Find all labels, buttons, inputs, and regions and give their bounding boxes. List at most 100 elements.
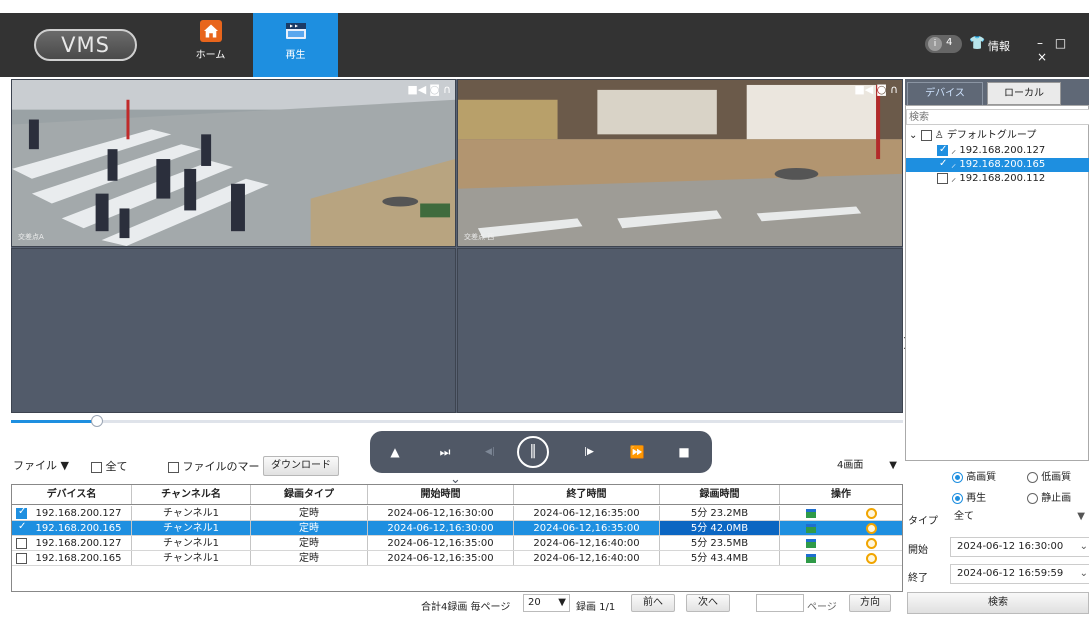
table-row[interactable]: 192.168.200.127 チャンネル1 定時 2024-06-12,16:30:…: [12, 506, 902, 521]
tree-group-node[interactable]: ⌄ ♙ デフォルトグループ: [906, 129, 1089, 143]
pause-button-icon[interactable]: ‖: [517, 436, 549, 468]
cell-end: 2024-06-12,16:40:00: [514, 536, 660, 550]
camera-icon[interactable]: ■◀: [854, 83, 873, 96]
clock-icon[interactable]: [865, 537, 877, 549]
mode-play-radio[interactable]: 再生: [952, 489, 986, 504]
mode-still-radio[interactable]: 静止画: [1027, 489, 1071, 504]
cell-type: 定時: [251, 536, 368, 550]
table-row[interactable]: 192.168.200.165 チャンネル1 定時 2024-06-12,16:30:…: [12, 521, 902, 536]
pagination-bar: 合計4録画 毎ページ 20 ▼ 録画 1/1 前へ 次へ ページ 方向: [11, 594, 903, 614]
skip-next-icon[interactable]: ⏭: [434, 442, 456, 462]
col-start[interactable]: 開始時間: [368, 485, 514, 504]
cell-duration: 5分 23.2MB: [660, 506, 780, 520]
eject-icon[interactable]: ▲: [384, 442, 406, 462]
file-mark-checkbox[interactable]: ファイルのマー: [168, 458, 260, 474]
nav-playback[interactable]: 再生: [253, 13, 338, 77]
checkbox-icon[interactable]: [937, 143, 948, 157]
cell-type: 定時: [251, 551, 368, 565]
end-label: 終了: [908, 573, 928, 584]
col-end[interactable]: 終了時間: [514, 485, 660, 504]
snapshot-icon[interactable]: ◙: [429, 83, 440, 96]
audio-icon[interactable]: ∩: [890, 83, 898, 96]
step-forward-icon[interactable]: |▶: [578, 442, 600, 462]
top-right-tools: i 4 👕 情報 – □ ×: [925, 35, 1089, 64]
download-icon[interactable]: [805, 508, 816, 518]
cell-end: 2024-06-12,16:35:00: [514, 506, 660, 520]
step-back-icon[interactable]: ◀|: [479, 442, 501, 462]
screen-split-value: 4画面: [837, 460, 864, 471]
quality-low-label: 低画質: [1041, 472, 1072, 483]
clock-icon[interactable]: [865, 552, 877, 564]
tree-device-node[interactable]: ⸝ 192.168.200.165: [906, 157, 1089, 172]
search-options: 高画質 低画質 再生 静止画 タイプ 全て ▼ 開始 2024-06-12 16…: [905, 461, 1089, 617]
video-pane-3[interactable]: [11, 248, 456, 413]
go-page-button[interactable]: 方向: [849, 594, 891, 612]
download-icon[interactable]: [805, 553, 816, 563]
checkbox-icon[interactable]: [920, 129, 932, 141]
alarm-badge[interactable]: i 4: [925, 35, 962, 53]
nav-playback-label: 再生: [285, 50, 306, 61]
col-device[interactable]: デバイス名: [12, 485, 132, 504]
tab-local[interactable]: ローカル: [987, 82, 1061, 105]
page-number-input[interactable]: [756, 594, 804, 612]
select-all-checkbox[interactable]: 全て: [91, 458, 128, 474]
type-dropdown[interactable]: 全て ▼: [947, 507, 1089, 527]
shirt-icon[interactable]: 👕: [969, 36, 985, 51]
next-page-button[interactable]: 次へ: [686, 594, 730, 612]
clock-icon[interactable]: [865, 507, 877, 519]
dropdown-arrow-icon: ▼: [558, 597, 566, 608]
search-button[interactable]: 検索: [907, 592, 1089, 614]
info-menu[interactable]: 情報: [988, 38, 1010, 54]
window-controls[interactable]: – □ ×: [1037, 36, 1089, 64]
tab-device[interactable]: デバイス: [907, 82, 983, 105]
nav-home[interactable]: ホーム: [168, 13, 253, 77]
snapshot-icon[interactable]: ◙: [876, 83, 887, 96]
end-datetime-value: 2024-06-12 16:59:59: [957, 568, 1064, 579]
table-row[interactable]: 192.168.200.127 チャンネル1 定時 2024-06-12,16:35:…: [12, 536, 902, 551]
download-icon[interactable]: [805, 523, 816, 533]
col-duration[interactable]: 録画時間: [660, 485, 780, 504]
fast-forward-icon[interactable]: ⏩: [626, 442, 648, 462]
start-datetime-field[interactable]: 2024-06-12 16:30:00 ⌄: [950, 537, 1089, 557]
clock-icon[interactable]: [865, 522, 877, 534]
cell-device: 192.168.200.165: [12, 521, 132, 535]
screen-split-dropdown[interactable]: 4画面 ▼: [829, 456, 901, 476]
file-mark-label: ファイルのマー: [182, 460, 260, 473]
cell-channel: チャンネル1: [132, 536, 251, 550]
page-info: 録画 1/1: [576, 602, 616, 613]
camera-icon[interactable]: ■◀: [407, 83, 426, 96]
expand-chevron-icon[interactable]: ⌄: [909, 130, 917, 141]
checkbox-icon[interactable]: [937, 172, 948, 184]
stop-icon[interactable]: ■: [673, 442, 695, 462]
playback-progress-slider[interactable]: [11, 415, 903, 427]
group-label: デフォルトグループ: [946, 130, 1037, 141]
quality-high-radio[interactable]: 高画質: [952, 468, 996, 483]
cell-start: 2024-06-12,16:30:00: [368, 506, 514, 520]
row-checkbox[interactable]: [16, 553, 27, 564]
device-search-input[interactable]: [906, 109, 1089, 125]
download-icon[interactable]: [805, 538, 816, 548]
slider-knob[interactable]: [90, 415, 103, 427]
audio-icon[interactable]: ∩: [443, 83, 451, 96]
row-checkbox[interactable]: [16, 506, 27, 519]
info-circle-icon: i: [928, 37, 942, 51]
video-pane-2[interactable]: ■◀ ◙ ∩ 交差点 西: [457, 79, 903, 247]
tree-device-node[interactable]: ⸝ 192.168.200.112: [906, 172, 1089, 186]
col-channel[interactable]: チャンネル名: [132, 485, 251, 504]
camera-device-icon: ⸝: [948, 145, 960, 156]
prev-page-button[interactable]: 前へ: [631, 594, 675, 612]
video-pane-4[interactable]: [457, 248, 903, 413]
table-row[interactable]: 192.168.200.165 チャンネル1 定時 2024-06-12,16:35:…: [12, 551, 902, 566]
row-checkbox[interactable]: [16, 538, 27, 549]
checkbox-icon[interactable]: [937, 157, 948, 171]
col-type[interactable]: 録画タイプ: [251, 485, 368, 504]
download-button[interactable]: ダウンロード: [263, 456, 339, 476]
camera-device-icon: ⸝: [948, 159, 960, 170]
quality-low-radio[interactable]: 低画質: [1027, 468, 1071, 483]
row-checkbox[interactable]: [16, 521, 27, 534]
file-type-dropdown[interactable]: ファイル ▼: [13, 457, 69, 473]
video-pane-1[interactable]: ■◀ ◙ ∩ 交差点A: [11, 79, 456, 247]
tree-device-node[interactable]: ⸝ 192.168.200.127: [906, 143, 1089, 158]
per-page-dropdown[interactable]: 20 ▼: [523, 594, 570, 612]
end-datetime-field[interactable]: 2024-06-12 16:59:59 ⌄: [950, 564, 1089, 584]
